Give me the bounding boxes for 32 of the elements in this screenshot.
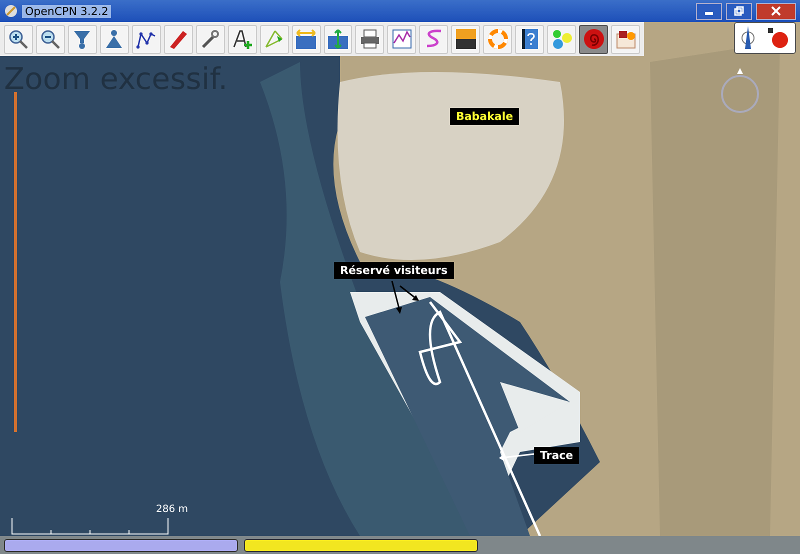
close-icon — [771, 6, 781, 16]
scale-label: 286 m — [156, 504, 188, 515]
map-label: Réservé visiteurs — [334, 262, 454, 279]
gauges-icon — [550, 28, 573, 50]
minimize-button[interactable] — [696, 2, 722, 20]
chart-tile[interactable] — [244, 538, 478, 552]
map-label: Trace — [534, 447, 580, 464]
app-icon — [4, 4, 18, 18]
status-widget[interactable] — [734, 22, 796, 54]
plugin-icon — [614, 28, 637, 50]
spiral-icon — [582, 28, 605, 50]
wrench-icon — [199, 28, 222, 50]
sunset-icon — [454, 28, 477, 50]
vertical-stretch-icon — [327, 28, 349, 50]
zoom-out-icon — [39, 28, 62, 50]
printer-icon — [358, 28, 381, 50]
window-title: OpenCPN 3.2.2 — [22, 4, 112, 18]
toolbar-button[interactable] — [579, 24, 608, 54]
pointer-arrow — [499, 453, 534, 461]
graph-icon — [390, 28, 413, 50]
restore-icon — [734, 6, 744, 16]
restore-button[interactable] — [726, 2, 752, 20]
lifebuoy-icon — [486, 28, 509, 50]
map-label: Babakale — [450, 108, 520, 125]
compass-rose-icon — [721, 68, 759, 113]
gps-status-icon — [767, 27, 789, 49]
chart-tile[interactable] — [4, 538, 238, 552]
text-add-icon — [231, 28, 254, 50]
compass-needle-icon — [741, 25, 755, 51]
zoom-in-icon — [7, 28, 30, 50]
close-button[interactable] — [756, 2, 796, 20]
horizontal-stretch-icon — [295, 28, 318, 50]
